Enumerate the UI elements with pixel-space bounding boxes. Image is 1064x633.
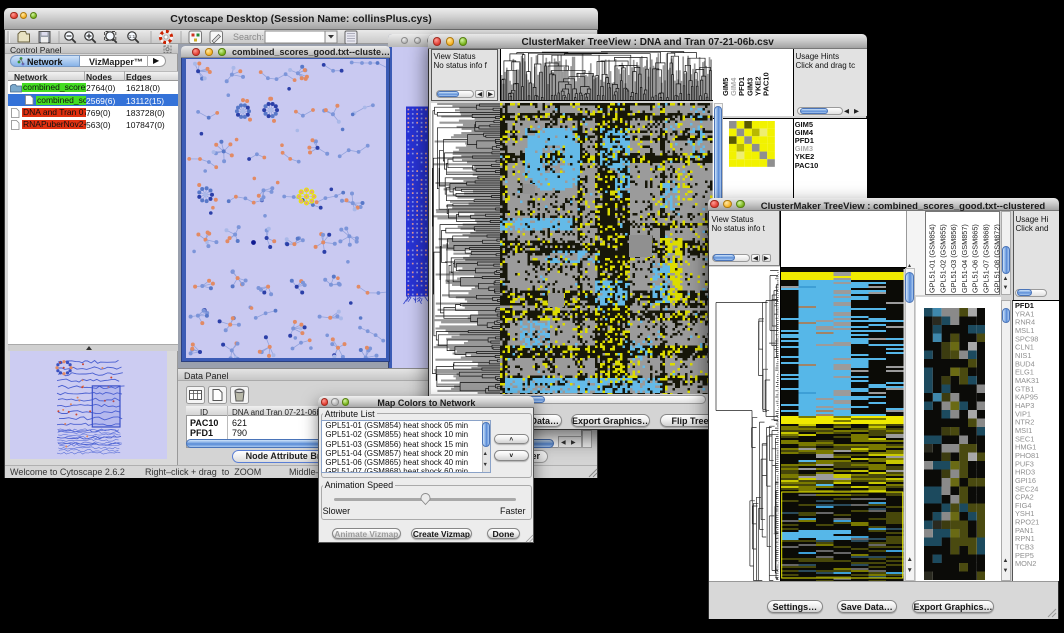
svg-text:GPL51-08 (GSM872): GPL51-08 (GSM872) xyxy=(992,224,1000,293)
svg-text:MON2: MON2 xyxy=(1015,559,1036,568)
svg-text:GPL51-04 (GSM857): GPL51-04 (GSM857) xyxy=(960,224,969,293)
svg-text:GPL51-02 (GSM855): GPL51-02 (GSM855) xyxy=(938,224,947,293)
svg-text:GPL51-03 (GSM856): GPL51-03 (GSM856) xyxy=(949,224,958,293)
svg-text:Search:: Search: xyxy=(233,32,264,42)
svg-text:GPL51-07 (GSM868): GPL51-07 (GSM868) xyxy=(981,224,990,293)
svg-text:1:1: 1:1 xyxy=(129,34,136,39)
svg-text:GPL51-06 (GSM865): GPL51-06 (GSM865) xyxy=(970,224,979,293)
svg-text:GPL51-01 (GSM854): GPL51-01 (GSM854) xyxy=(927,224,936,293)
svg-text:PAC10: PAC10 xyxy=(762,72,771,96)
